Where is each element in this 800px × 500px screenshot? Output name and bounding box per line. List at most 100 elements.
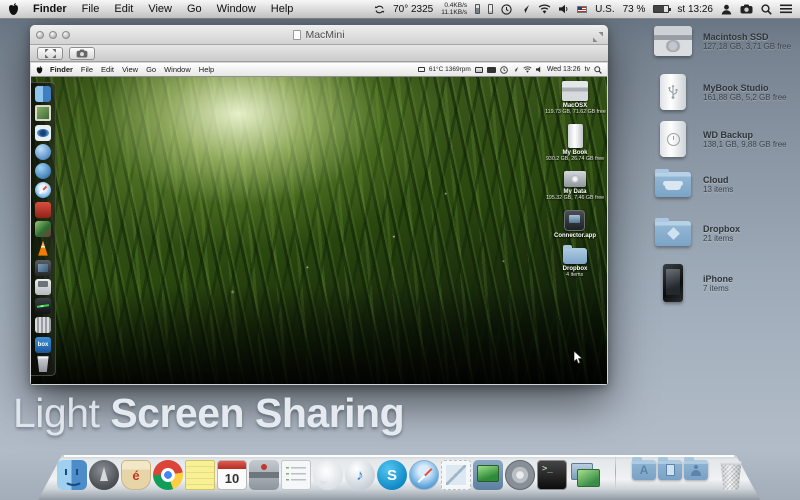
input-source-flag-icon[interactable] — [577, 6, 587, 13]
remote-clock-icon[interactable] — [500, 66, 508, 74]
remote-spotlight-icon[interactable] — [594, 66, 602, 74]
battery-icon[interactable] — [653, 5, 669, 13]
dock-remote-desktop[interactable] — [473, 460, 503, 490]
remote-dock-finder[interactable] — [35, 86, 51, 102]
menu-window[interactable]: Window — [217, 3, 256, 15]
dock-reminders[interactable] — [281, 460, 311, 490]
desktop-icon-dropbox[interactable]: Dropbox 21 items — [652, 221, 740, 246]
remote-icon-my-data[interactable]: My Data 195.32 GB, 7.46 GB free — [542, 171, 607, 201]
remote-dock-archive[interactable] — [35, 317, 51, 333]
remote-menu-finder[interactable]: Finder — [50, 65, 73, 74]
remote-menu-window[interactable]: Window — [164, 65, 191, 74]
remote-volume-icon[interactable] — [536, 66, 543, 73]
menu-view[interactable]: View — [148, 3, 172, 15]
remote-dock-itunes[interactable] — [35, 144, 51, 160]
dock-trash[interactable] — [718, 460, 744, 490]
remote-menu-edit[interactable]: Edit — [101, 65, 114, 74]
menu-edit[interactable]: Edit — [114, 3, 133, 15]
remote-icon-dropbox[interactable]: Dropbox 4 items — [563, 248, 588, 278]
location-icon[interactable] — [520, 4, 530, 14]
remote-menu-file[interactable]: File — [81, 65, 93, 74]
dock-terminal[interactable]: >_ — [537, 460, 567, 490]
battery-percent-label[interactable]: 73 % — [623, 4, 646, 15]
dock-safari[interactable] — [409, 460, 439, 490]
remote-temp-fan-status[interactable]: 61°C 1369rpm — [429, 66, 471, 73]
camera-icon[interactable] — [740, 4, 753, 14]
desktop-icon-mybook-studio[interactable]: MyBook Studio 161,88 GB, 5,2 GB free — [652, 74, 787, 110]
volume-icon[interactable] — [559, 4, 569, 14]
dock-itunes[interactable]: ♪ — [345, 460, 375, 490]
desktop-icon-macintosh-ssd[interactable]: Macintosh SSD 127,18 GB, 3,71 GB free — [652, 26, 791, 56]
sync-icon[interactable] — [374, 4, 385, 15]
remote-clock-label[interactable]: Wed 13:26 — [547, 66, 581, 73]
dock-folder-documents[interactable] — [658, 460, 682, 480]
desktop-icon-cloud[interactable]: Cloud 13 items — [652, 172, 733, 197]
remote-dock-activity-monitor[interactable] — [35, 298, 51, 314]
clock-label[interactable]: st 13:26 — [677, 4, 713, 15]
remote-menu-view[interactable]: View — [122, 65, 138, 74]
remote-dock-ipod[interactable] — [35, 279, 51, 295]
user-icon[interactable] — [721, 4, 732, 15]
remote-user-label[interactable]: tv — [585, 66, 590, 73]
window-title-text: MacMini — [305, 29, 344, 41]
remote-desktop-view[interactable]: Finder File Edit View Go Window Help 61°… — [31, 63, 607, 384]
remote-dock-safari[interactable] — [35, 182, 51, 198]
remote-screens-icon[interactable] — [487, 67, 496, 73]
dock-launchpad[interactable] — [89, 460, 119, 490]
dock-espresso[interactable]: é — [121, 460, 151, 490]
wifi-icon[interactable] — [538, 4, 551, 14]
dock-messages[interactable] — [313, 460, 343, 490]
remote-dock-trash[interactable] — [35, 356, 51, 372]
resize-corner-icon[interactable] — [593, 29, 603, 47]
dock-skype[interactable]: S — [377, 460, 407, 490]
spotlight-search-icon[interactable] — [761, 4, 772, 15]
desktop-icon-iphone[interactable]: iPhone 7 items — [652, 264, 733, 302]
remote-window-icon[interactable] — [418, 67, 425, 72]
remote-dock-vlc[interactable] — [35, 240, 51, 256]
menu-finder[interactable]: Finder — [33, 3, 67, 15]
menu-go[interactable]: Go — [187, 3, 202, 15]
remote-dock-front-row[interactable] — [35, 202, 51, 218]
clock-icon[interactable] — [501, 4, 512, 15]
disk-gauge-icon[interactable] — [488, 4, 493, 14]
remote-dock-photo-booth[interactable] — [35, 221, 51, 237]
dock-google-chrome[interactable] — [153, 460, 183, 490]
remote-location-icon[interactable] — [512, 66, 519, 73]
dock-mail[interactable] — [441, 460, 471, 490]
dock-stickies[interactable] — [185, 460, 215, 490]
remote-display-icon[interactable] — [475, 67, 483, 73]
notification-list-icon[interactable] — [780, 4, 792, 14]
temp-fan-status[interactable]: 70° 2325 — [393, 4, 433, 15]
dock-folder-users[interactable] — [684, 460, 708, 480]
window-title-bar[interactable]: MacMini — [30, 25, 608, 45]
fullscreen-button[interactable] — [37, 47, 63, 60]
remote-menu-go[interactable]: Go — [146, 65, 156, 74]
screenshot-button[interactable] — [69, 47, 95, 60]
remote-dock-network[interactable] — [35, 163, 51, 179]
remote-dock-quicklook[interactable] — [35, 125, 51, 141]
remote-apple-icon[interactable] — [36, 66, 43, 74]
menu-file[interactable]: File — [82, 3, 100, 15]
dock-screen-sharing[interactable] — [569, 460, 599, 490]
dock-folder-applications[interactable]: A — [632, 460, 656, 480]
screen-sharing-window: MacMini Finder File Edit View — [30, 25, 608, 385]
remote-dock-preview[interactable] — [35, 105, 51, 121]
dock-finder[interactable] — [57, 460, 87, 490]
apple-icon[interactable] — [8, 3, 19, 16]
remote-menu-help[interactable]: Help — [199, 65, 214, 74]
dock-archive-utility[interactable] — [249, 460, 279, 490]
remote-icon-my-book[interactable]: My Book 930.2 GB, 26.74 GB free — [542, 124, 607, 162]
memory-gauge-icon[interactable] — [475, 4, 480, 14]
dock-disk-utility[interactable] — [505, 460, 535, 490]
remote-dock-box[interactable]: box — [35, 337, 51, 353]
usb-drive-icon — [660, 74, 686, 110]
network-speed-status[interactable]: 0.4KB/s 11.1KB/s — [441, 2, 467, 16]
remote-wifi-icon[interactable] — [523, 66, 532, 73]
remote-icon-connector-app[interactable]: Connector.app — [554, 210, 596, 239]
input-source-label[interactable]: U.S. — [595, 4, 614, 15]
remote-dock-photoshop[interactable] — [35, 260, 51, 276]
dock-calendar[interactable]: 10 — [217, 460, 247, 490]
menu-help[interactable]: Help — [271, 3, 294, 15]
remote-icon-macosx[interactable]: MacOSX 119.73 GB, 71.62 GB free — [541, 81, 607, 115]
desktop-icon-wd-backup[interactable]: WD Backup 138,1 GB, 9,88 GB free — [652, 121, 787, 157]
